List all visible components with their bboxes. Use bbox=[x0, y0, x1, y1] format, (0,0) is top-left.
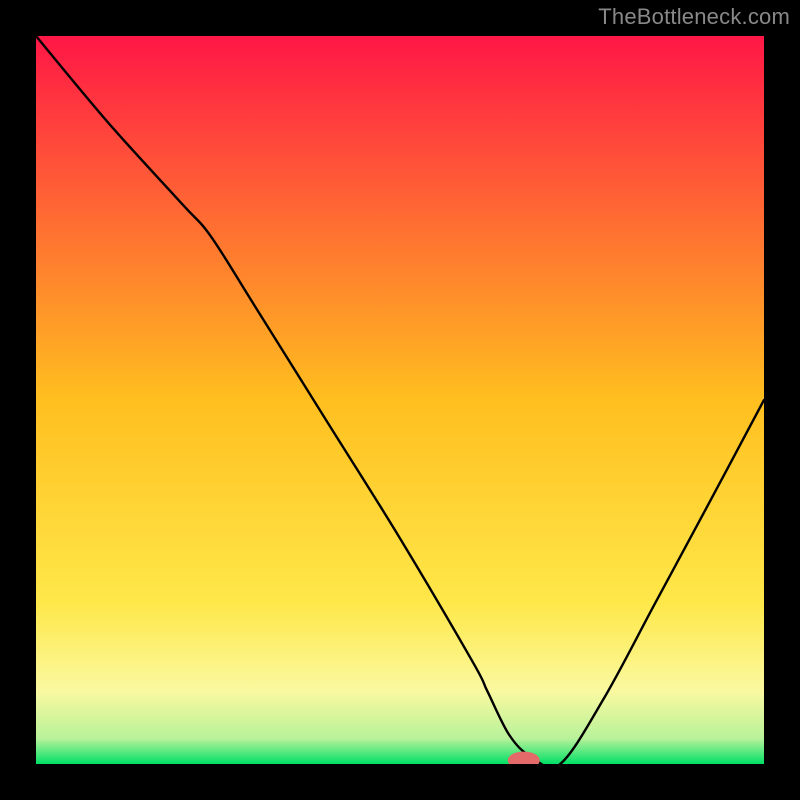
watermark-label: TheBottleneck.com bbox=[598, 4, 790, 30]
chart-frame: TheBottleneck.com bbox=[0, 0, 800, 800]
gradient-background bbox=[36, 36, 764, 764]
plot-area bbox=[36, 36, 764, 764]
bottleneck-chart-svg bbox=[36, 36, 764, 764]
